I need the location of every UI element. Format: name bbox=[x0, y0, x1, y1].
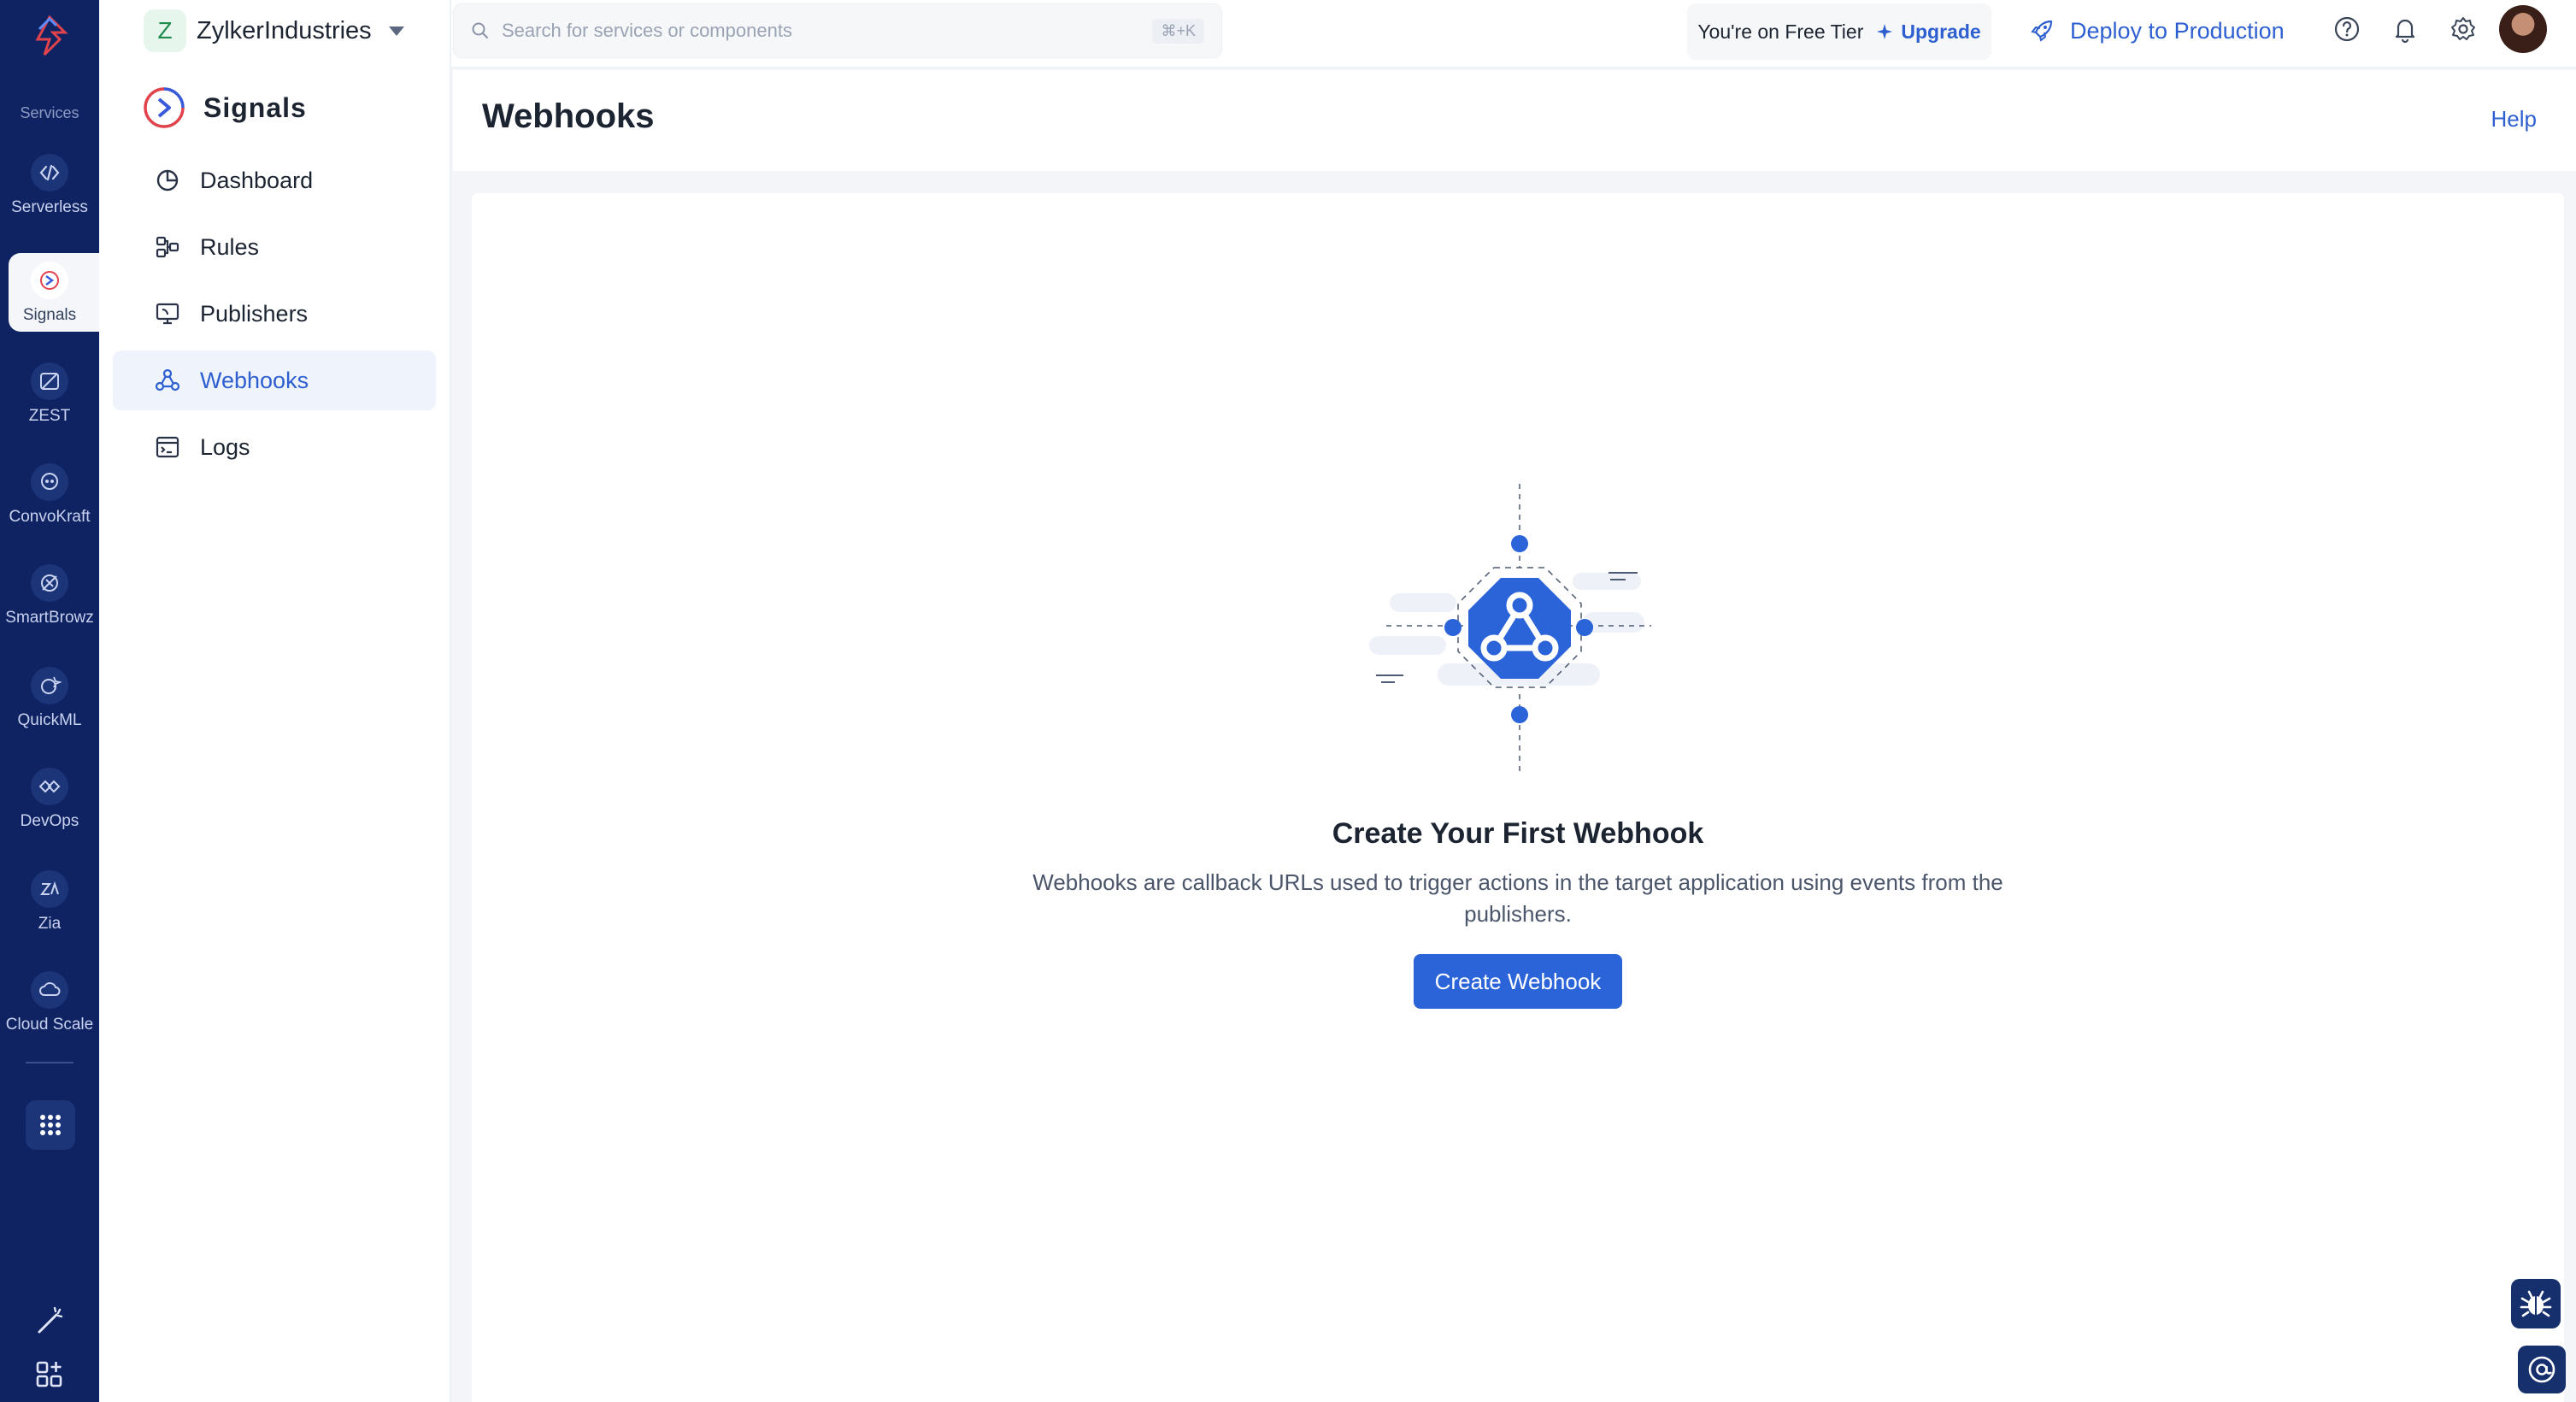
help-circle-icon[interactable] bbox=[2332, 14, 2362, 44]
signals-logo-icon bbox=[144, 87, 185, 128]
serverless-icon bbox=[31, 154, 68, 191]
sparkle-icon bbox=[1877, 24, 1893, 39]
page-header: Webhooks Help bbox=[453, 70, 2576, 171]
search-input[interactable] bbox=[502, 20, 1141, 42]
bell-icon[interactable] bbox=[2390, 14, 2420, 44]
rail-divider bbox=[26, 1062, 74, 1063]
empty-state-title: Create Your First Webhook bbox=[1332, 817, 1704, 850]
publishers-icon bbox=[156, 303, 179, 325]
rail-section-label: Services bbox=[20, 104, 79, 121]
search-shortcut-hint: ⌘+K bbox=[1152, 18, 1204, 44]
widgets-icon[interactable] bbox=[32, 1358, 67, 1392]
nav-item-label: Dashboard bbox=[200, 167, 314, 193]
nav-item-label: Rules bbox=[200, 233, 260, 260]
org-switcher[interactable]: Z ZylkerIndustries bbox=[144, 9, 404, 53]
rail-item-label: QuickML bbox=[17, 711, 82, 729]
quickml-icon bbox=[31, 667, 68, 704]
gear-icon[interactable] bbox=[2448, 14, 2479, 44]
dashboard-icon bbox=[156, 169, 179, 191]
rail-item-devops[interactable]: DevOps bbox=[0, 759, 99, 853]
rail-item-zest[interactable]: ZEST bbox=[0, 354, 99, 448]
top-bar: ⌘+K You're on Free Tier Upgrade Deploy t… bbox=[451, 0, 2576, 68]
logs-icon bbox=[156, 436, 179, 458]
bug-report-button[interactable] bbox=[2511, 1279, 2561, 1328]
upgrade-label: Upgrade bbox=[1901, 20, 1981, 43]
upgrade-link[interactable]: Upgrade bbox=[1875, 20, 1981, 44]
cloud-scale-icon bbox=[31, 971, 68, 1009]
global-search[interactable]: ⌘+K bbox=[453, 3, 1222, 58]
empty-state-description: Webhooks are callback URLs used to trigg… bbox=[1032, 869, 2003, 927]
rail-item-label: DevOps bbox=[20, 812, 79, 830]
webhook-illustration-icon bbox=[1369, 484, 1651, 775]
service-sidebar: Z ZylkerIndustries Signals Dashboard Rul… bbox=[99, 0, 451, 1402]
webhook-icon bbox=[155, 368, 180, 392]
rules-icon bbox=[156, 236, 179, 258]
rail-item-cloud-scale[interactable]: Cloud Scale bbox=[0, 963, 99, 1057]
smartbrowz-icon bbox=[31, 564, 68, 602]
rail-item-label: ZEST bbox=[28, 407, 71, 425]
signals-icon bbox=[31, 262, 68, 299]
nav-item-label: Publishers bbox=[200, 300, 309, 327]
tier-banner: You're on Free Tier Upgrade bbox=[1687, 3, 1991, 60]
nav-item-logs[interactable]: Logs bbox=[113, 417, 436, 477]
devops-icon bbox=[31, 768, 68, 805]
rail-item-serverless[interactable]: Serverless bbox=[0, 145, 99, 239]
create-webhook-button[interactable]: Create Webhook bbox=[1414, 954, 1622, 1009]
at-sign-icon bbox=[2528, 1356, 2555, 1383]
service-title: Signals bbox=[203, 91, 307, 123]
org-avatar: Z bbox=[144, 9, 186, 52]
caret-down-icon bbox=[388, 26, 404, 36]
all-services-button[interactable] bbox=[26, 1100, 75, 1150]
nav-item-label: Webhooks bbox=[200, 367, 309, 393]
deploy-label: Deploy to Production bbox=[2070, 17, 2285, 44]
service-nav: Dashboard Rules Publishers Webhooks Logs bbox=[113, 150, 436, 484]
rail-item-label: Serverless bbox=[11, 198, 88, 216]
nav-item-rules[interactable]: Rules bbox=[113, 217, 436, 277]
tier-text: You're on Free Tier bbox=[1697, 20, 1864, 43]
convokraft-icon bbox=[31, 463, 68, 501]
webhooks-empty-state-card: Create Your First Webhook Webhooks are c… bbox=[472, 193, 2564, 1402]
grid-icon bbox=[40, 1115, 61, 1135]
page-title: Webhooks bbox=[482, 97, 655, 135]
rail-item-convokraft[interactable]: ConvoKraft bbox=[0, 455, 99, 549]
nav-item-label: Logs bbox=[200, 433, 250, 460]
service-header: Signals bbox=[140, 84, 307, 132]
nav-item-publishers[interactable]: Publishers bbox=[113, 284, 436, 344]
rail-item-label: SmartBrowz bbox=[5, 609, 94, 627]
deploy-to-production-button[interactable]: Deploy to Production bbox=[2029, 9, 2285, 53]
rail-item-label: Signals bbox=[22, 306, 77, 324]
bug-icon bbox=[2520, 1290, 2552, 1317]
rail-item-signals[interactable]: Signals bbox=[9, 253, 99, 332]
service-rail: Services Serverless Signals ZEST ConvoKr… bbox=[0, 0, 99, 1402]
rocket-icon bbox=[2031, 20, 2053, 42]
search-icon bbox=[472, 22, 488, 38]
rail-item-zia[interactable]: Zia bbox=[0, 862, 99, 956]
magic-wand-icon[interactable] bbox=[32, 1305, 67, 1339]
zest-icon bbox=[31, 362, 68, 400]
rail-item-label: ConvoKraft bbox=[9, 508, 91, 526]
rail-item-label: Zia bbox=[38, 915, 62, 933]
rail-item-quickml[interactable]: QuickML bbox=[0, 658, 99, 752]
rail-item-smartbrowz[interactable]: SmartBrowz bbox=[0, 556, 99, 650]
nav-item-webhooks[interactable]: Webhooks bbox=[113, 350, 436, 410]
catalyst-logo-icon[interactable] bbox=[27, 14, 72, 58]
nav-item-dashboard[interactable]: Dashboard bbox=[113, 150, 436, 210]
zia-icon bbox=[31, 870, 68, 908]
rail-item-label: Cloud Scale bbox=[5, 1016, 94, 1034]
org-name: ZylkerIndustries bbox=[197, 16, 372, 44]
user-avatar[interactable] bbox=[2499, 5, 2547, 53]
support-chat-button[interactable] bbox=[2518, 1346, 2566, 1393]
help-link[interactable]: Help bbox=[2491, 106, 2537, 133]
